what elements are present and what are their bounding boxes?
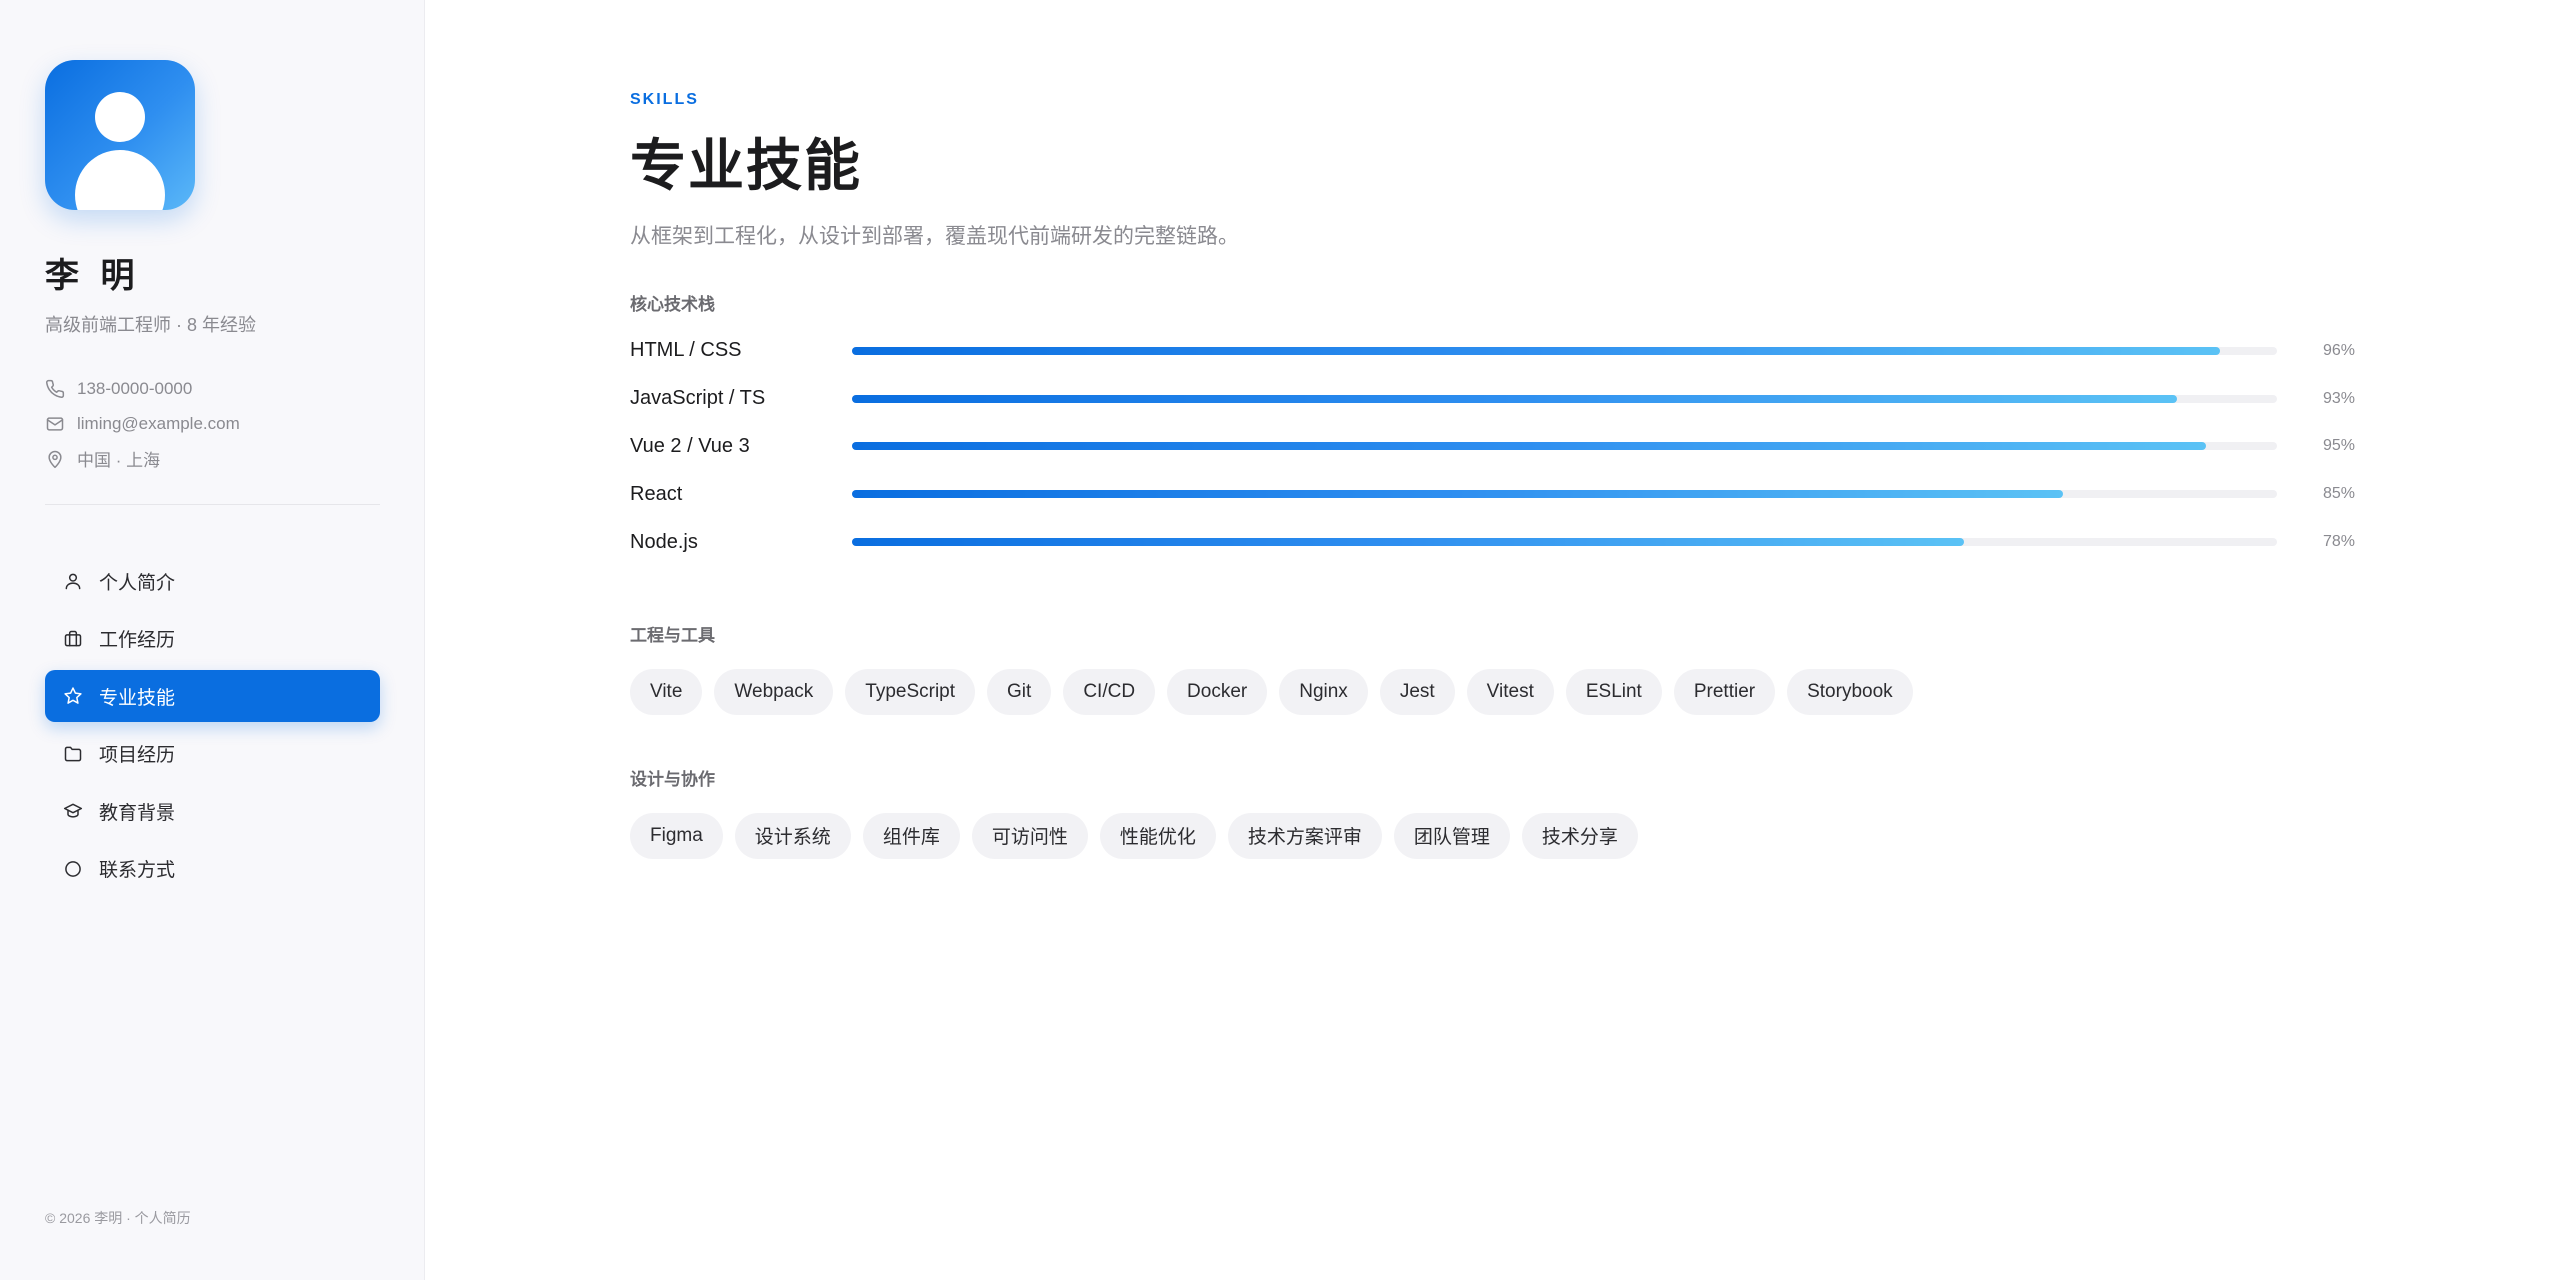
- skill-progress-fill: [852, 346, 2220, 355]
- design-chip[interactable]: 组件库: [862, 812, 960, 859]
- page-title: 专业技能: [630, 134, 862, 197]
- skill-row: React 85%: [630, 470, 2360, 518]
- tools-chip-list: Vite Webpack TypeScript Git CI/CD Docker Nginx…: [630, 668, 2560, 715]
- folder-icon: [64, 746, 82, 761]
- skill-percent: 85%: [2322, 485, 2355, 503]
- tools-chip[interactable]: Docker: [1167, 668, 1268, 715]
- contact-location: 中国 · 上海: [45, 441, 379, 476]
- skill-name: JavaScript / TS: [630, 387, 766, 410]
- tools-label: 工程与工具: [630, 625, 715, 645]
- skill-progress-fill: [852, 442, 2206, 451]
- sidebar-item-label: 专业技能: [99, 687, 176, 709]
- skill-name: Node.js: [630, 530, 698, 553]
- mail-icon: [46, 416, 64, 431]
- skill-progress-fill: [852, 538, 1964, 547]
- sidebar: 李 明 高级前端工程师 · 8 年经验 138-0000-0000 liming…: [0, 0, 425, 1280]
- skill-percent: 96%: [2322, 341, 2355, 359]
- tools-chip[interactable]: ESLint: [1565, 668, 1662, 715]
- user-avatar-icon: [45, 60, 195, 210]
- design-chip[interactable]: 可访问性: [971, 812, 1088, 859]
- core-skills-label: 核心技术栈: [630, 295, 715, 314]
- tools-chip[interactable]: Storybook: [1787, 668, 1913, 715]
- skill-progress-track: [852, 442, 2277, 451]
- tools-chip[interactable]: Nginx: [1279, 668, 1368, 715]
- sidebar-item-label: 联系方式: [99, 860, 176, 881]
- sidebar-item-label: 工作经历: [99, 630, 176, 651]
- design-chip[interactable]: 团队管理: [1393, 812, 1510, 859]
- contact-location-text: 中国 · 上海: [77, 451, 161, 470]
- tools-chip[interactable]: Git: [987, 668, 1052, 715]
- skill-list: HTML / CSS 96% JavaScript / TS 93% Vue 2 / V…: [630, 327, 2360, 566]
- skill-progress-fill: [852, 394, 2178, 403]
- section-eyebrow: SKILLS: [630, 91, 699, 108]
- skill-name: Vue 2 / Vue 3: [630, 434, 750, 457]
- contact-phone-text: 138-0000-0000: [77, 378, 193, 398]
- sidebar-item-contact[interactable]: 联系方式: [45, 843, 380, 895]
- design-label: 设计与协作: [630, 769, 715, 789]
- tools-chip[interactable]: Prettier: [1673, 668, 1776, 715]
- skill-name: HTML / CSS: [630, 339, 742, 362]
- location-pin-icon: [48, 450, 62, 468]
- skill-progress-track: [852, 394, 2277, 403]
- star-icon: [64, 687, 82, 704]
- skill-progress-track: [852, 490, 2277, 499]
- tools-chip[interactable]: Webpack: [714, 668, 834, 715]
- tools-chip[interactable]: TypeScript: [845, 668, 976, 715]
- sidebar-item-experience[interactable]: 工作经历: [45, 613, 380, 665]
- tools-chip[interactable]: Vite: [630, 668, 703, 715]
- skill-progress-track: [852, 538, 2277, 547]
- design-chip[interactable]: 设计系统: [734, 812, 851, 859]
- skill-progress-track: [852, 346, 2277, 355]
- page-subtitle: 从框架到工程化，从设计到部署，覆盖现代前端研发的完整链路。: [630, 225, 1239, 248]
- sidebar-item-label: 个人简介: [99, 572, 176, 594]
- sidebar-footer: © 2026 李明 · 个人简历: [45, 1210, 191, 1226]
- skill-name: React: [630, 482, 683, 505]
- skill-percent: 93%: [2322, 389, 2355, 407]
- skill-percent: 78%: [2322, 533, 2355, 551]
- phone-icon: [46, 379, 65, 398]
- briefcase-icon: [64, 630, 82, 646]
- design-chip[interactable]: 技术方案评审: [1227, 812, 1382, 859]
- contact-phone: 138-0000-0000: [45, 371, 379, 406]
- tools-chip[interactable]: Vitest: [1466, 668, 1554, 715]
- tools-chip[interactable]: CI/CD: [1063, 668, 1156, 715]
- sidebar-item-label: 教育背景: [99, 802, 176, 824]
- design-chip[interactable]: Figma: [630, 812, 723, 859]
- skill-row: Node.js 78%: [630, 518, 2360, 566]
- sidebar-divider: [45, 504, 380, 505]
- skill-row: JavaScript / TS 93%: [630, 375, 2360, 423]
- design-chip[interactable]: 性能优化: [1099, 812, 1216, 859]
- graduation-cap-icon: [63, 803, 83, 818]
- sidebar-item-education[interactable]: 教育背景: [45, 785, 380, 837]
- tools-chip[interactable]: Jest: [1379, 668, 1455, 715]
- sidebar-item-label: 项目经历: [99, 745, 176, 766]
- skill-row: HTML / CSS 96%: [630, 327, 2360, 375]
- sidebar-item-projects[interactable]: 项目经历: [45, 728, 380, 780]
- app-root: 李 明 高级前端工程师 · 8 年经验 138-0000-0000 liming…: [0, 0, 2560, 1280]
- contact-email: liming@example.com: [45, 406, 379, 441]
- contact-email-text: liming@example.com: [77, 413, 240, 433]
- skill-progress-fill: [852, 490, 2064, 499]
- skill-percent: 95%: [2322, 437, 2355, 455]
- main-content: SKILLS 专业技能 从框架到工程化，从设计到部署，覆盖现代前端研发的完整链路…: [425, 0, 2560, 1280]
- sidebar-item-skills[interactable]: 专业技能: [45, 670, 380, 722]
- sidebar-item-profile[interactable]: 个人简介: [45, 555, 380, 607]
- user-icon: [65, 573, 81, 590]
- profile-name: 李 明: [45, 257, 141, 295]
- skill-row: Vue 2 / Vue 3 95%: [630, 423, 2360, 471]
- sidebar-nav: 个人简介 工作经历 专业技能 项目经历 教育背景 联系方式: [45, 555, 380, 895]
- design-chip[interactable]: 技术分享: [1521, 812, 1638, 859]
- profile-title: 高级前端工程师 · 8 年经验: [45, 315, 257, 335]
- circle-icon: [65, 860, 81, 877]
- contact-list: 138-0000-0000 liming@example.com 中国 · 上海: [45, 371, 379, 476]
- design-chip-list: Figma 设计系统 组件库 可访问性 性能优化 技术方案评审 团队管理 技术分享: [630, 812, 2560, 859]
